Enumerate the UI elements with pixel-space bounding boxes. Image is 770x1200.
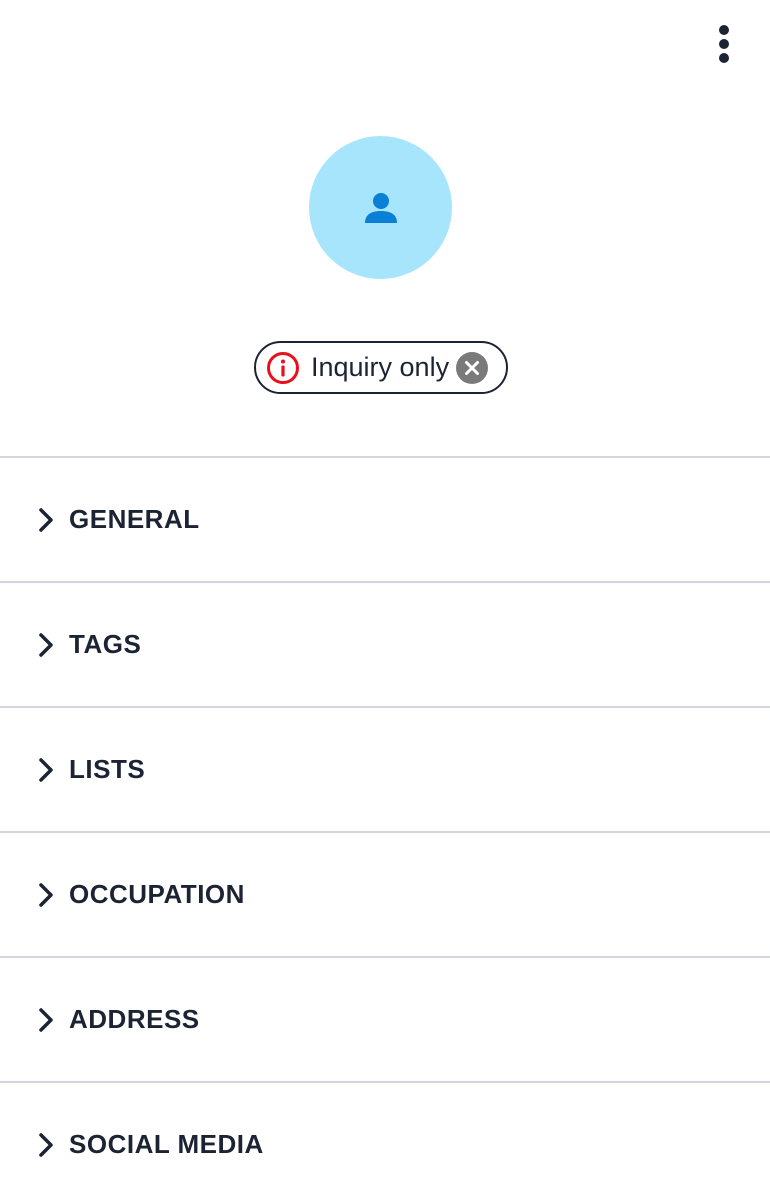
section-general[interactable]: GENERAL <box>0 456 770 581</box>
info-circle-icon <box>265 350 301 386</box>
avatar <box>309 136 452 279</box>
section-label: SOCIAL MEDIA <box>69 1129 264 1159</box>
section-social-media[interactable]: SOCIAL MEDIA <box>0 1081 770 1200</box>
contact-panel: Inquiry only GENERAL TAGS LISTS OCCUPATI… <box>0 0 770 1200</box>
section-lists[interactable]: LISTS <box>0 706 770 831</box>
section-label: ADDRESS <box>69 1004 200 1034</box>
section-label: GENERAL <box>69 504 200 534</box>
section-label: LISTS <box>69 754 146 784</box>
section-label: TAGS <box>69 629 142 659</box>
section-occupation[interactable]: OCCUPATION <box>0 831 770 956</box>
person-icon <box>364 192 397 223</box>
chevron-right-icon <box>36 880 56 910</box>
status-chip: Inquiry only <box>254 341 508 394</box>
section-tags[interactable]: TAGS <box>0 581 770 706</box>
more-options-button[interactable] <box>706 22 742 66</box>
chevron-right-icon <box>36 1130 56 1160</box>
section-label: OCCUPATION <box>69 879 245 909</box>
chevron-right-icon <box>36 1005 56 1035</box>
section-address[interactable]: ADDRESS <box>0 956 770 1081</box>
status-chip-label: Inquiry only <box>311 352 450 382</box>
chevron-right-icon <box>36 630 56 660</box>
close-circle-icon[interactable] <box>455 351 489 385</box>
section-list: GENERAL TAGS LISTS OCCUPATION ADDRESS SO… <box>0 456 770 1200</box>
chevron-right-icon <box>36 755 56 785</box>
chevron-right-icon <box>36 505 56 535</box>
more-vertical-icon <box>719 25 729 35</box>
